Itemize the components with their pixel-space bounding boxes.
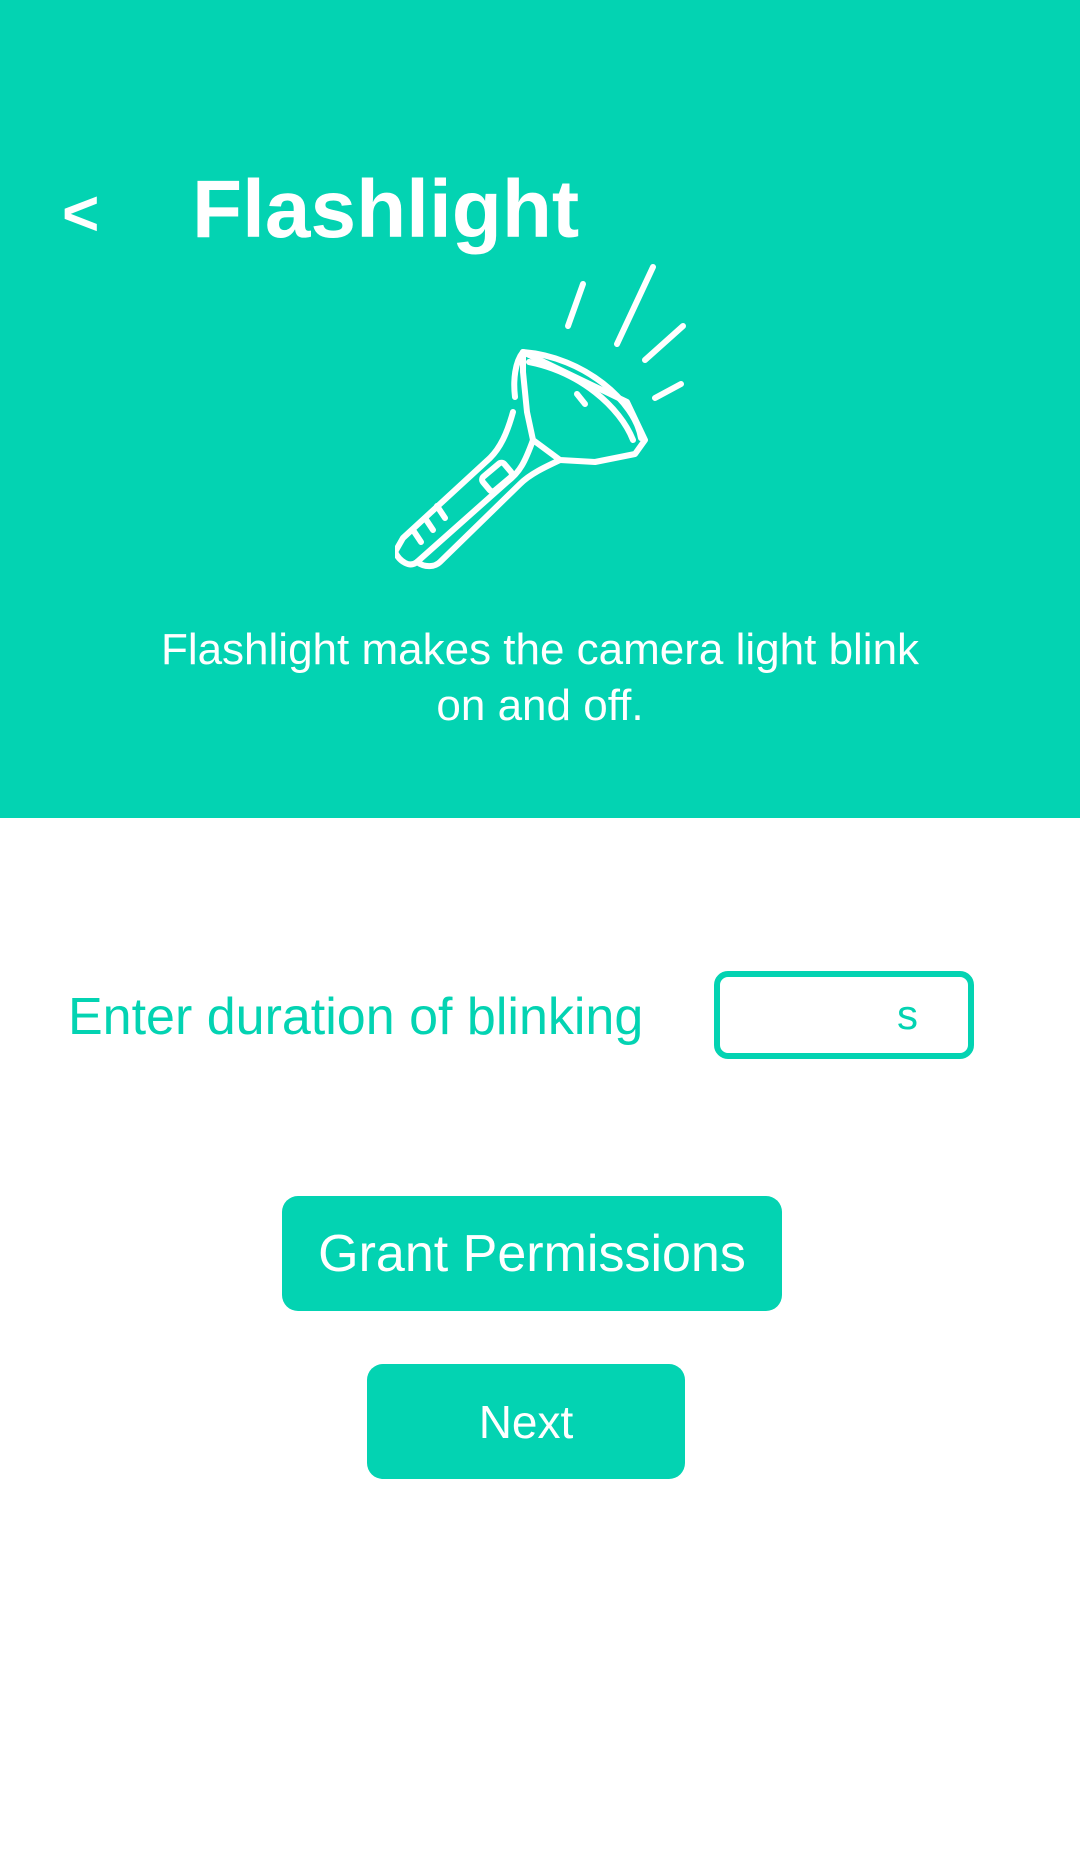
next-button[interactable]: Next [367, 1364, 685, 1479]
duration-label: Enter duration of blinking [68, 988, 644, 1046]
duration-input[interactable] [720, 977, 897, 1053]
duration-unit-label: s [897, 991, 918, 1038]
back-button[interactable]: < [62, 168, 132, 258]
page-title: Flashlight [192, 164, 580, 255]
duration-field[interactable]: s [714, 971, 974, 1059]
grant-permissions-button[interactable]: Grant Permissions [282, 1196, 782, 1311]
header-banner: < Flashlight Flashlight makes the camera… [0, 0, 1080, 818]
description-text: Flashlight makes the camera light blink … [160, 625, 920, 730]
flashlight-icon [395, 264, 686, 570]
